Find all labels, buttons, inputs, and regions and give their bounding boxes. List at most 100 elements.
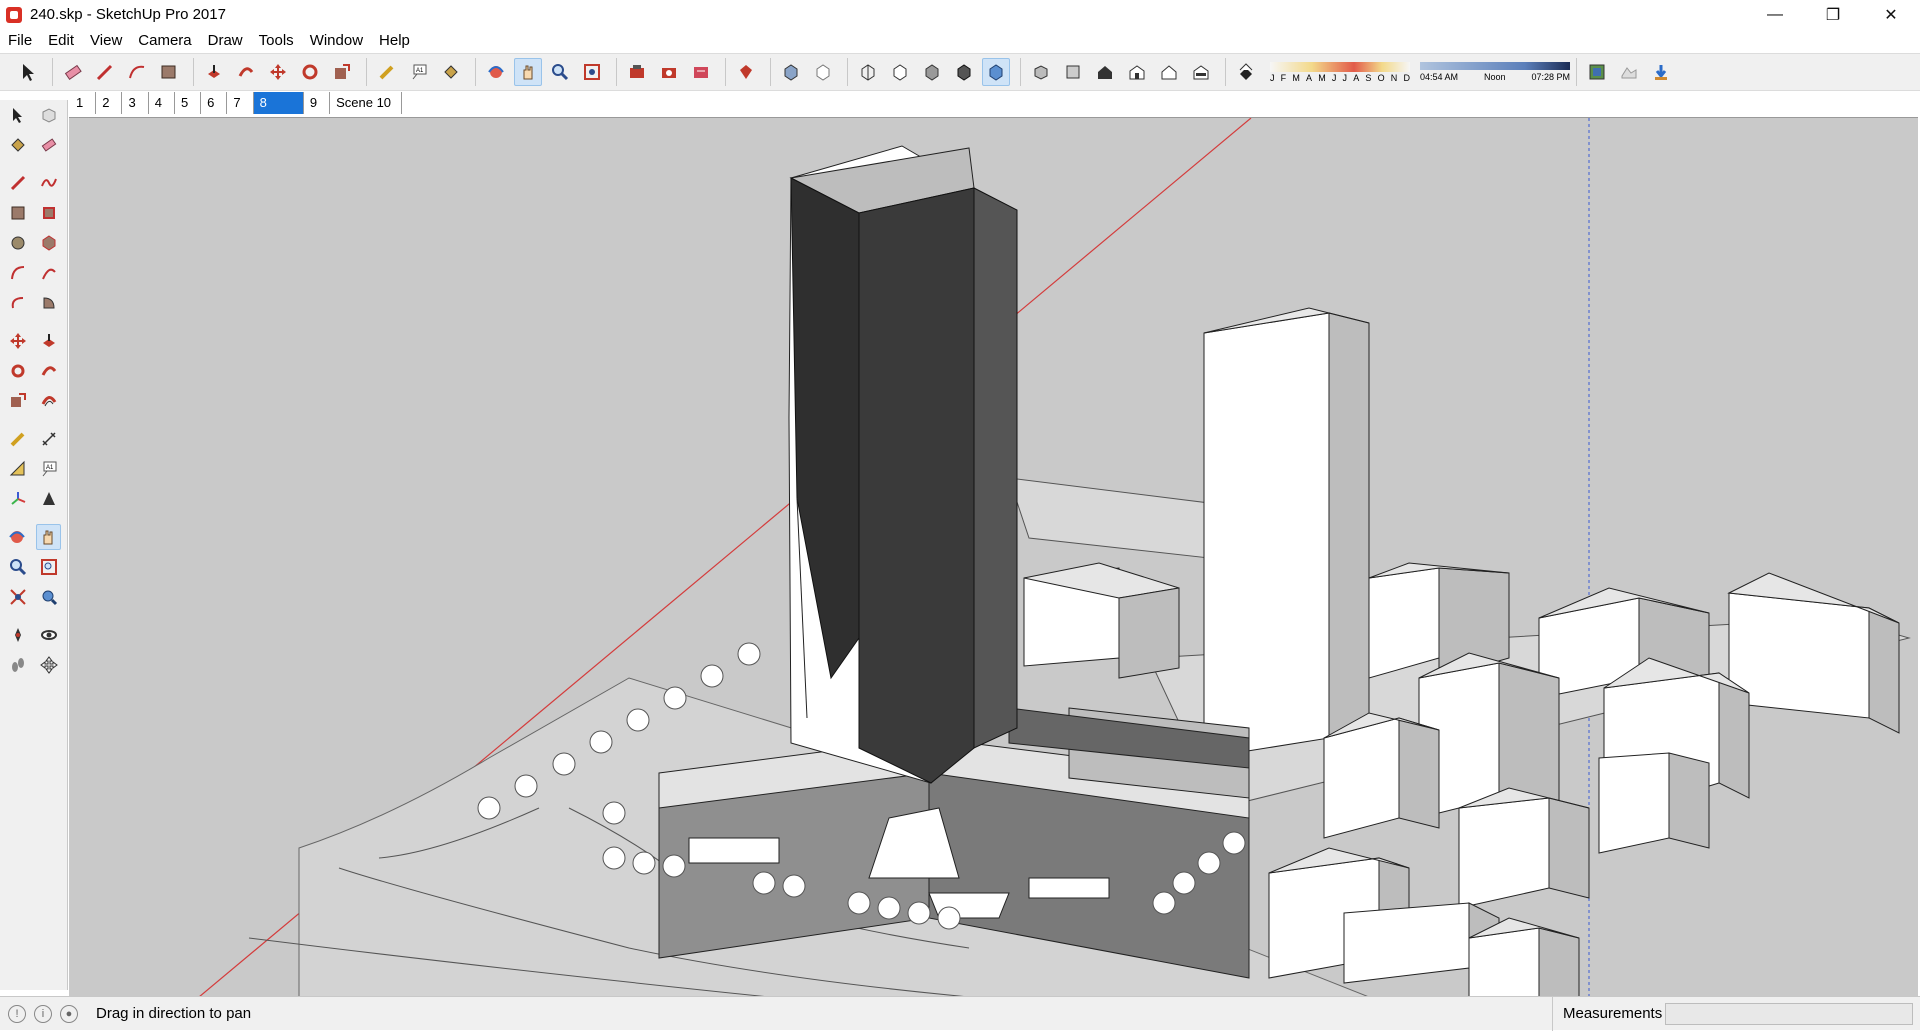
move-tool-button[interactable] [264,58,292,86]
menu-view[interactable]: View [82,29,130,53]
follow-me-tool-button[interactable] [36,358,61,384]
shape-tool-button[interactable] [155,58,183,86]
zoom-extents-tool-button[interactable] [578,58,606,86]
tape-measure-tool-button[interactable] [5,426,30,452]
toggle-terrain-button[interactable] [1615,58,1643,86]
orbit-tool-button[interactable] [482,58,510,86]
shadows-toggle-button[interactable] [1232,58,1260,86]
move-tool-button[interactable] [5,328,30,354]
menu-window[interactable]: Window [302,29,371,53]
photo-textures-button[interactable] [1647,58,1675,86]
menu-edit[interactable]: Edit [40,29,82,53]
credits-icon[interactable]: i [34,1004,52,1023]
scale-tool-button[interactable] [5,388,30,414]
iso-view-button[interactable] [1027,58,1055,86]
polygon-tool-button[interactable] [36,230,61,256]
restore-button[interactable]: ❐ [1804,0,1862,29]
measurements-input[interactable] [1665,1003,1913,1025]
geo-location-icon[interactable]: ! [8,1004,26,1023]
scene-tab-active[interactable]: 8 [253,92,304,114]
rectangle-tool-button[interactable] [5,200,30,226]
select-tool-button[interactable] [5,102,30,128]
time-slider-track[interactable] [1420,62,1570,70]
left-view-button[interactable] [1187,58,1215,86]
push-pull-tool-button[interactable] [200,58,228,86]
scene-tab[interactable]: 1 [70,92,97,114]
menu-file[interactable]: File [0,29,40,53]
eraser-tool-button[interactable] [36,132,61,158]
line-tool-button[interactable] [5,170,30,196]
axes-tool-button[interactable] [5,486,30,512]
select-tool-button[interactable] [14,58,42,86]
scene-tab[interactable]: 3 [122,92,149,114]
scene-tab[interactable]: 6 [201,92,228,114]
minimize-button[interactable]: — [1746,0,1804,29]
add-location-button[interactable] [1583,58,1611,86]
shadow-time-slider[interactable]: 04:54 AM Noon 07:28 PM [1420,62,1570,82]
right-view-button[interactable] [1123,58,1151,86]
push-pull-tool-button[interactable] [36,328,61,354]
menu-help[interactable]: Help [371,29,418,53]
close-button[interactable]: ✕ [1862,0,1920,29]
rotate-tool-button[interactable] [296,58,324,86]
pan-tool-button[interactable] [35,524,61,550]
eraser-tool-button[interactable] [59,58,87,86]
text-tool-button[interactable]: A1 [405,58,433,86]
shadow-date-slider[interactable]: J F M A M J J A S O N D [1270,61,1410,83]
month-slider-track[interactable] [1270,61,1410,72]
wireframe-style-button[interactable] [854,58,882,86]
pie-tool-button[interactable] [36,290,61,316]
dimension-tool-button[interactable] [36,426,61,452]
text-tool-button[interactable]: A1 [36,456,61,482]
follow-me-tool-button[interactable] [232,58,260,86]
scene-tab[interactable]: 9 [304,92,331,114]
section-move-button[interactable] [36,652,61,678]
arc-tool-button[interactable] [5,260,30,286]
protractor-tool-button[interactable] [5,456,30,482]
menu-camera[interactable]: Camera [130,29,199,53]
paint-bucket-tool-button[interactable] [5,132,30,158]
three-point-arc-tool-button[interactable] [5,290,30,316]
xray-style-button[interactable] [777,58,805,86]
two-point-arc-tool-button[interactable] [36,260,61,286]
line-tool-button[interactable] [91,58,119,86]
extension-warehouse-button[interactable] [732,58,760,86]
zoom-window-tool-button[interactable] [36,554,61,580]
front-view-button[interactable] [1091,58,1119,86]
scale-tool-button[interactable] [328,58,356,86]
scene-tab[interactable]: 2 [96,92,123,114]
position-camera-tool-button[interactable] [5,622,30,648]
model-viewport[interactable] [69,117,1918,996]
scene-tab[interactable]: 5 [175,92,202,114]
menu-tools[interactable]: Tools [251,29,302,53]
zoom-tool-button[interactable] [5,554,30,580]
user-icon[interactable]: ● [60,1004,78,1023]
section-plane-tool-button[interactable] [36,486,61,512]
offset-tool-button[interactable] [36,388,61,414]
share-component-button[interactable] [687,58,715,86]
rotate-tool-button[interactable] [5,358,30,384]
scene-tab[interactable]: 4 [149,92,175,114]
zoom-extents-tool-button[interactable] [5,584,30,610]
freehand-tool-button[interactable] [36,170,61,196]
menu-draw[interactable]: Draw [200,29,251,53]
orbit-tool-button[interactable] [5,524,30,550]
model-canvas[interactable] [69,118,1918,996]
shaded-style-button[interactable] [918,58,946,86]
paint-bucket-tool-button[interactable] [437,58,465,86]
circle-tool-button[interactable] [5,230,30,256]
hidden-line-style-button[interactable] [886,58,914,86]
rotated-rectangle-tool-button[interactable] [36,200,61,226]
shaded-textures-style-button[interactable] [950,58,978,86]
arc-tool-button[interactable] [123,58,151,86]
make-component-button[interactable] [36,102,61,128]
scene-tab[interactable]: 7 [227,92,254,114]
share-model-button[interactable] [655,58,683,86]
monochrome-style-button[interactable] [982,58,1010,86]
previous-view-button[interactable] [36,584,61,610]
look-around-tool-button[interactable] [36,622,61,648]
warehouse-button[interactable] [623,58,651,86]
zoom-tool-button[interactable] [546,58,574,86]
pan-tool-button[interactable] [514,58,542,86]
walk-tool-button[interactable] [5,652,30,678]
